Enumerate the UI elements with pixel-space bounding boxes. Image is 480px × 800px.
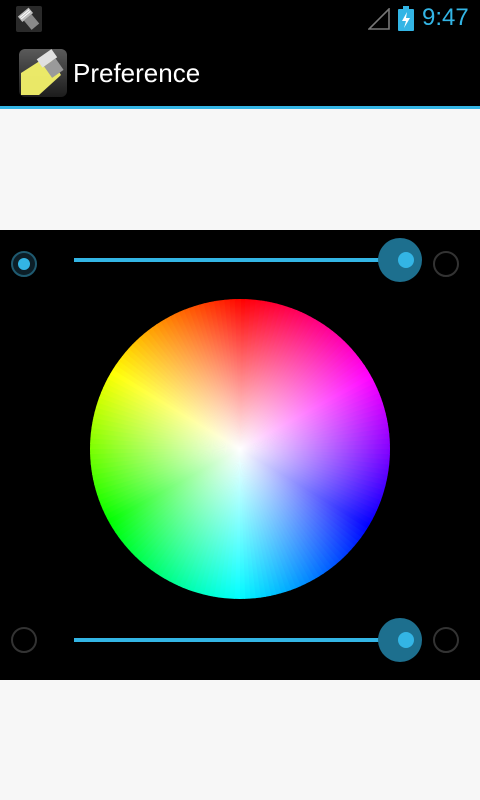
- color-wheel[interactable]: [90, 299, 390, 599]
- top-slider-thumb[interactable]: [398, 252, 414, 268]
- clock: 9:47: [422, 4, 469, 31]
- bottom-slider-track: [74, 638, 408, 642]
- bottom-left-radio[interactable]: [11, 627, 37, 653]
- top-slider[interactable]: [70, 238, 422, 282]
- top-blank-area: [0, 109, 480, 230]
- status-bar: 9:47: [0, 0, 480, 38]
- flashlight-notification-icon: [16, 6, 42, 32]
- signal-strength-icon: [368, 8, 390, 30]
- flashlight-app-icon[interactable]: [19, 49, 67, 97]
- top-left-radio[interactable]: [11, 251, 37, 277]
- bottom-slider-thumb[interactable]: [398, 632, 414, 648]
- action-bar: [0, 38, 480, 107]
- bottom-blank-area: [0, 680, 480, 800]
- battery-charging-icon: [398, 6, 414, 31]
- top-right-radio[interactable]: [433, 251, 459, 277]
- page-title: Preference: [73, 58, 201, 88]
- bottom-right-radio[interactable]: [433, 627, 459, 653]
- bottom-slider[interactable]: [70, 618, 422, 662]
- top-slider-track: [74, 258, 408, 262]
